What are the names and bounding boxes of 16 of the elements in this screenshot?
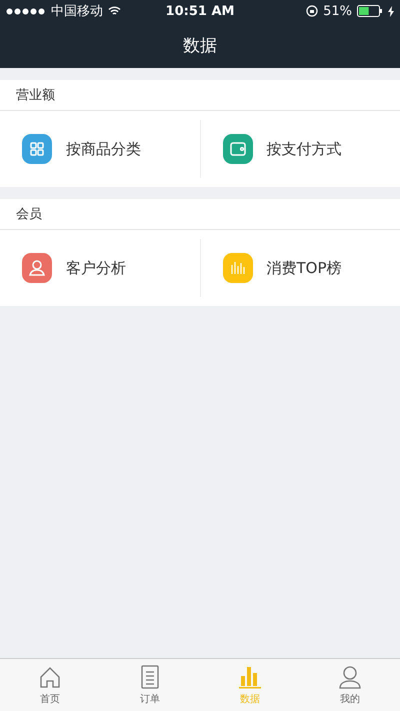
tab[interactable]: 订单 [100, 659, 200, 711]
battery-percent: 51% [323, 4, 352, 18]
tab[interactable]: 我的 [300, 659, 400, 711]
carrier-name: 中国移动 [51, 3, 103, 20]
wifi-icon [108, 6, 121, 16]
page-title: 数据 [183, 34, 217, 56]
section-title: 营业额 [16, 88, 55, 103]
signal-icon [6, 8, 46, 14]
battery-icon [357, 5, 383, 17]
section-title: 会员 [16, 207, 42, 222]
rotation-lock-icon [306, 5, 318, 17]
bar-chart-icon [237, 664, 263, 690]
clock-time: 10:51 AM [166, 4, 234, 18]
charging-icon [388, 6, 394, 16]
person-icon [337, 664, 363, 690]
tab[interactable]: 首页 [0, 659, 100, 711]
